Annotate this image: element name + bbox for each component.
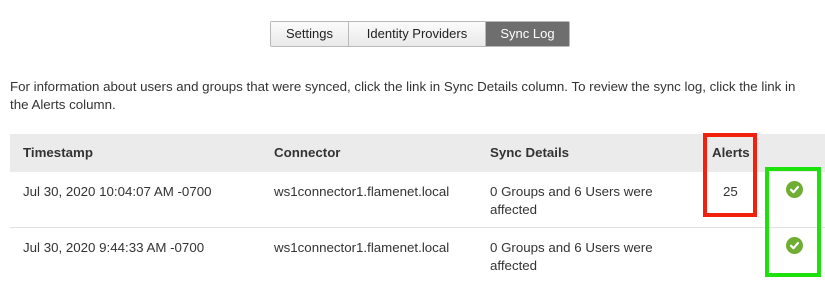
- connector-cell: ws1connector1.flamenet.local: [274, 240, 450, 255]
- alerts-highlight-box: [703, 133, 757, 217]
- intro-text: For information about users and groups t…: [10, 79, 796, 112]
- sync-details-link[interactable]: 0 Groups and 6 Users were affected: [490, 183, 680, 219]
- timestamp-cell: Jul 30, 2020 9:44:33 AM -0700: [23, 240, 205, 255]
- status-highlight-box: [765, 167, 821, 277]
- connector-cell: ws1connector1.flamenet.local: [274, 184, 450, 199]
- tab-identity-providers[interactable]: Identity Providers: [349, 22, 486, 46]
- header-timestamp[interactable]: Timestamp: [23, 144, 93, 162]
- sync-details-link[interactable]: 0 Groups and 6 Users were affected: [490, 239, 680, 275]
- timestamp-cell: Jul 30, 2020 10:04:07 AM -0700: [23, 184, 212, 199]
- header-connector[interactable]: Connector: [274, 144, 341, 162]
- tab-sync-log[interactable]: Sync Log: [486, 22, 569, 46]
- tab-settings[interactable]: Settings: [271, 22, 349, 46]
- table-row: Jul 30, 2020 9:44:33 AM -0700 ws1connect…: [10, 228, 825, 284]
- header-sync-details[interactable]: Sync Details: [490, 144, 680, 162]
- tab-bar: Settings Identity Providers Sync Log: [270, 21, 570, 47]
